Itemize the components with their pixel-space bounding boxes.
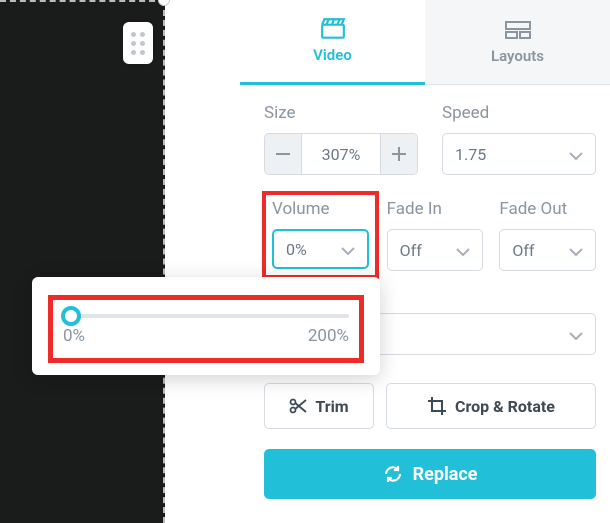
layouts-icon (505, 19, 531, 41)
tab-layouts-label: Layouts (491, 47, 544, 65)
tab-video[interactable]: Video (240, 0, 425, 85)
size-value: 307% (301, 134, 381, 174)
size-stepper[interactable]: 307% (264, 133, 418, 175)
volume-value: 0% (286, 240, 307, 259)
chevron-down-icon (569, 145, 583, 164)
fadein-value: Off (400, 241, 422, 260)
volume-slider-highlight: 0% 200% (48, 295, 364, 363)
fadeout-value: Off (512, 241, 534, 260)
replace-label: Replace (413, 464, 478, 485)
trim-button[interactable]: Trim (264, 383, 374, 429)
crop-rotate-button[interactable]: Crop & Rotate (386, 383, 596, 429)
clapperboard-icon (320, 18, 346, 40)
chevron-down-icon (456, 241, 470, 260)
fadeout-select[interactable]: Off (499, 229, 596, 271)
chevron-down-icon (341, 240, 355, 259)
volume-slider-popover: 0% 200% (32, 277, 380, 375)
speed-select[interactable]: 1.75 (442, 133, 596, 175)
minus-icon (276, 153, 290, 155)
speed-field: Speed 1.75 (442, 103, 596, 175)
volume-select[interactable]: 0% (272, 229, 369, 269)
fadeout-field: Fade Out Off (499, 193, 596, 277)
tabs: Video Layouts (240, 0, 610, 85)
size-increase-button[interactable] (381, 134, 417, 174)
volume-slider[interactable] (63, 314, 349, 318)
speed-value: 1.75 (455, 145, 486, 164)
drag-dots-icon (131, 32, 145, 55)
fadeout-label: Fade Out (499, 199, 596, 219)
fadein-label: Fade In (387, 199, 484, 219)
slider-min-label: 0% (63, 326, 85, 346)
refresh-icon (383, 464, 403, 484)
crop-icon (427, 396, 447, 416)
size-label: Size (264, 103, 418, 123)
crop-label: Crop & Rotate (455, 397, 555, 416)
volume-label: Volume (272, 199, 369, 219)
size-field: Size 307% (264, 103, 418, 175)
scissors-icon (289, 397, 307, 415)
drag-handle[interactable] (123, 22, 153, 64)
tab-layouts[interactable]: Layouts (425, 0, 610, 85)
fadein-select[interactable]: Off (387, 229, 484, 271)
slider-labels: 0% 200% (63, 326, 349, 346)
chevron-down-icon (569, 325, 583, 344)
size-decrease-button[interactable] (265, 134, 301, 174)
canvas-area[interactable] (0, 0, 165, 523)
plus-icon (392, 147, 406, 161)
fadein-field: Fade In Off (387, 193, 484, 277)
tab-video-label: Video (313, 46, 352, 64)
trim-label: Trim (315, 397, 348, 416)
properties-panel: Video Layouts Size 307% (240, 0, 610, 523)
slider-max-label: 200% (308, 326, 349, 346)
replace-button[interactable]: Replace (264, 449, 596, 499)
chevron-down-icon (569, 241, 583, 260)
speed-label: Speed (442, 103, 596, 123)
volume-field-highlight: Volume 0% (264, 193, 377, 277)
volume-slider-thumb[interactable] (61, 306, 81, 326)
